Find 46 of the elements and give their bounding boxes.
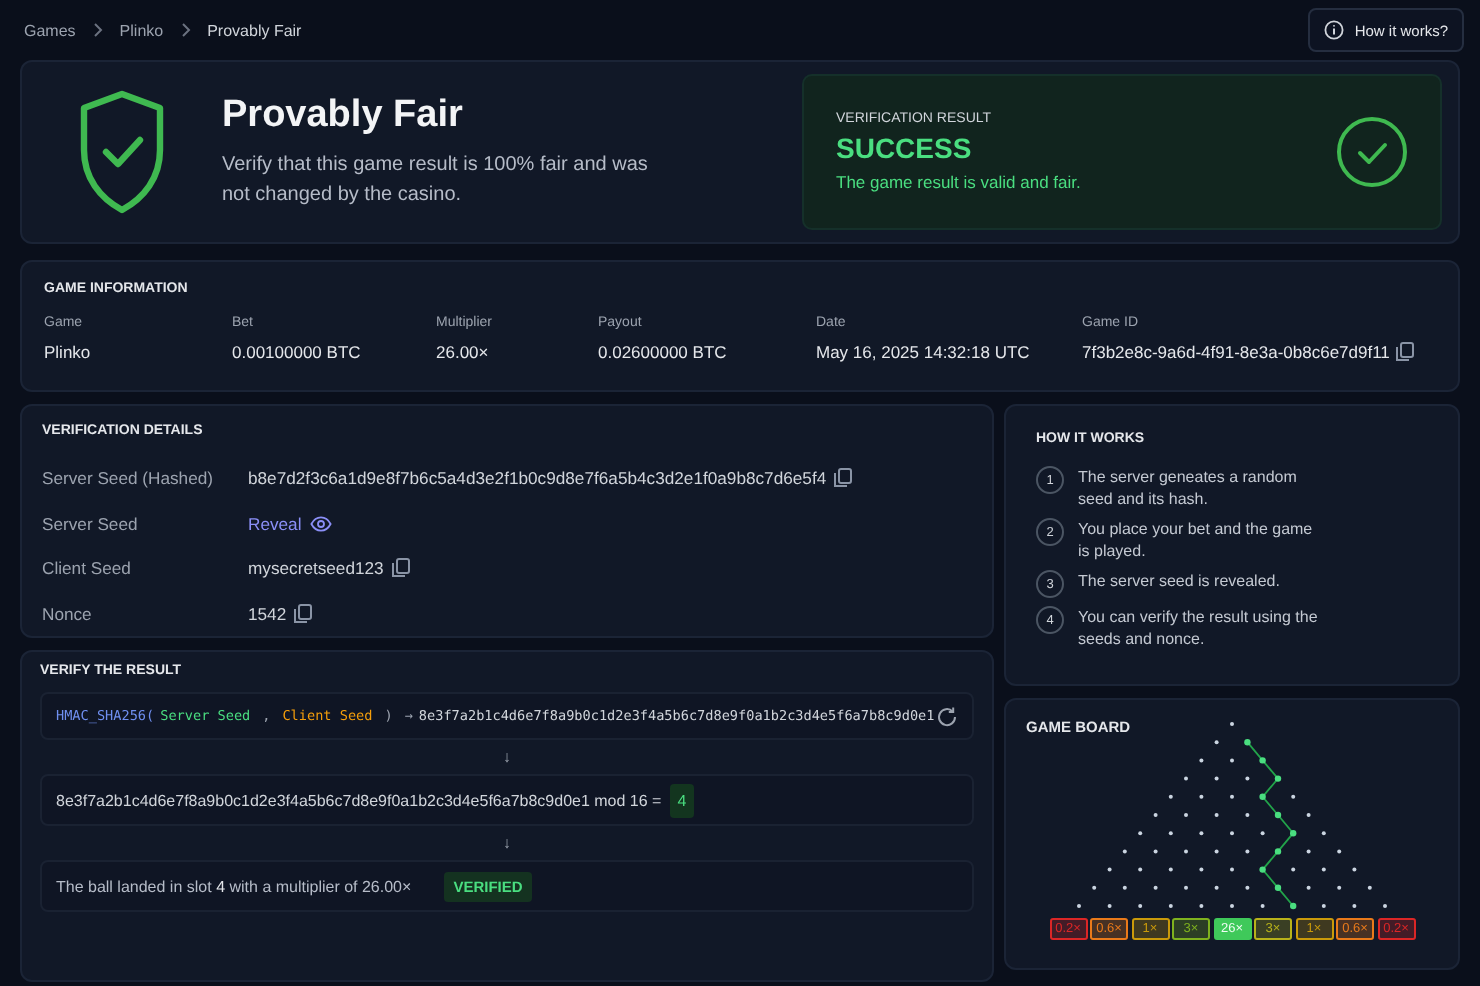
field-value: May 16, 2025 14:32:18 UTC bbox=[816, 342, 1030, 362]
result-message: The game result is valid and fair. bbox=[836, 172, 1083, 192]
refresh-icon bbox=[936, 705, 958, 727]
modulo-result: 4 bbox=[669, 783, 695, 817]
detail-value: 1542 bbox=[248, 603, 287, 624]
field-value: 0.00100000 BTC bbox=[232, 342, 361, 362]
detail-label: Client Seed bbox=[42, 556, 133, 583]
copy-icon bbox=[391, 558, 410, 579]
modulo-expression: 8e3f7a2b1c4d6e7f8a9b0c1d2e3f4a5b6c7d8e9f0a1b2c3d4e5f6a7b8c9d0e1 mod 16 = bbox=[56, 791, 662, 809]
step-text: You can verify the result using the seeds and nonce. bbox=[1078, 606, 1320, 650]
chevron-icon bbox=[179, 22, 192, 38]
outcome-text: The ball landed in slot 4 with a multiplier of 26.00× bbox=[56, 877, 412, 895]
step-text: The server geneates a random seed and its hash. bbox=[1078, 466, 1299, 510]
copy-button[interactable] bbox=[834, 468, 853, 489]
copy-icon bbox=[1395, 342, 1414, 362]
eye-icon bbox=[309, 515, 332, 532]
check-circle-icon bbox=[1336, 116, 1408, 188]
copy-button[interactable] bbox=[294, 603, 313, 624]
copy-button[interactable] bbox=[391, 558, 410, 579]
step-text: The server seed is revealed. bbox=[1078, 570, 1282, 592]
down-arrow: ↓ bbox=[501, 746, 513, 770]
detail-value: b8e7d2f3c6a1d9e8f7b6c5a4d3e2f1b0c9d8e7f6a5b4c3d2e1f0a9b8c7d6e5f4 bbox=[248, 468, 827, 489]
detail-label: Server Seed bbox=[42, 511, 140, 538]
copy-icon bbox=[294, 603, 313, 624]
shield-check-icon bbox=[78, 90, 166, 214]
copy-button[interactable] bbox=[1395, 342, 1414, 362]
info-icon bbox=[1324, 20, 1345, 40]
field-value: 26.00× bbox=[436, 342, 489, 362]
field-value: 0.02600000 BTC bbox=[598, 342, 727, 362]
page-title: Provably Fair bbox=[222, 94, 465, 138]
page-subtitle: Verify that this game result is 100% fair and was not changed by the casino. bbox=[222, 152, 650, 210]
chevron-icon bbox=[91, 22, 104, 38]
breadcrumb-link[interactable]: Plinko bbox=[119, 21, 164, 39]
detail-label: Nonce bbox=[42, 601, 94, 628]
detail-label: Server Seed (Hashed) bbox=[42, 466, 216, 493]
reveal-link[interactable]: Reveal bbox=[248, 513, 332, 534]
refresh-button[interactable] bbox=[936, 705, 958, 727]
down-arrow: ↓ bbox=[501, 832, 513, 856]
step-text: You place your bet and the game is played. bbox=[1078, 518, 1315, 562]
result-status: SUCCESS bbox=[836, 132, 974, 164]
breadcrumb-current: Provably Fair bbox=[207, 21, 302, 39]
field-value: 7f3b2e8c-9a6d-4f91-8e3a-0b8c6e7d9f11 bbox=[1082, 342, 1390, 362]
field-value: Plinko bbox=[44, 342, 91, 362]
copy-icon bbox=[834, 468, 853, 489]
detail-value: mysecretseed123 bbox=[248, 558, 384, 579]
breadcrumb-link[interactable]: Games bbox=[24, 21, 76, 39]
